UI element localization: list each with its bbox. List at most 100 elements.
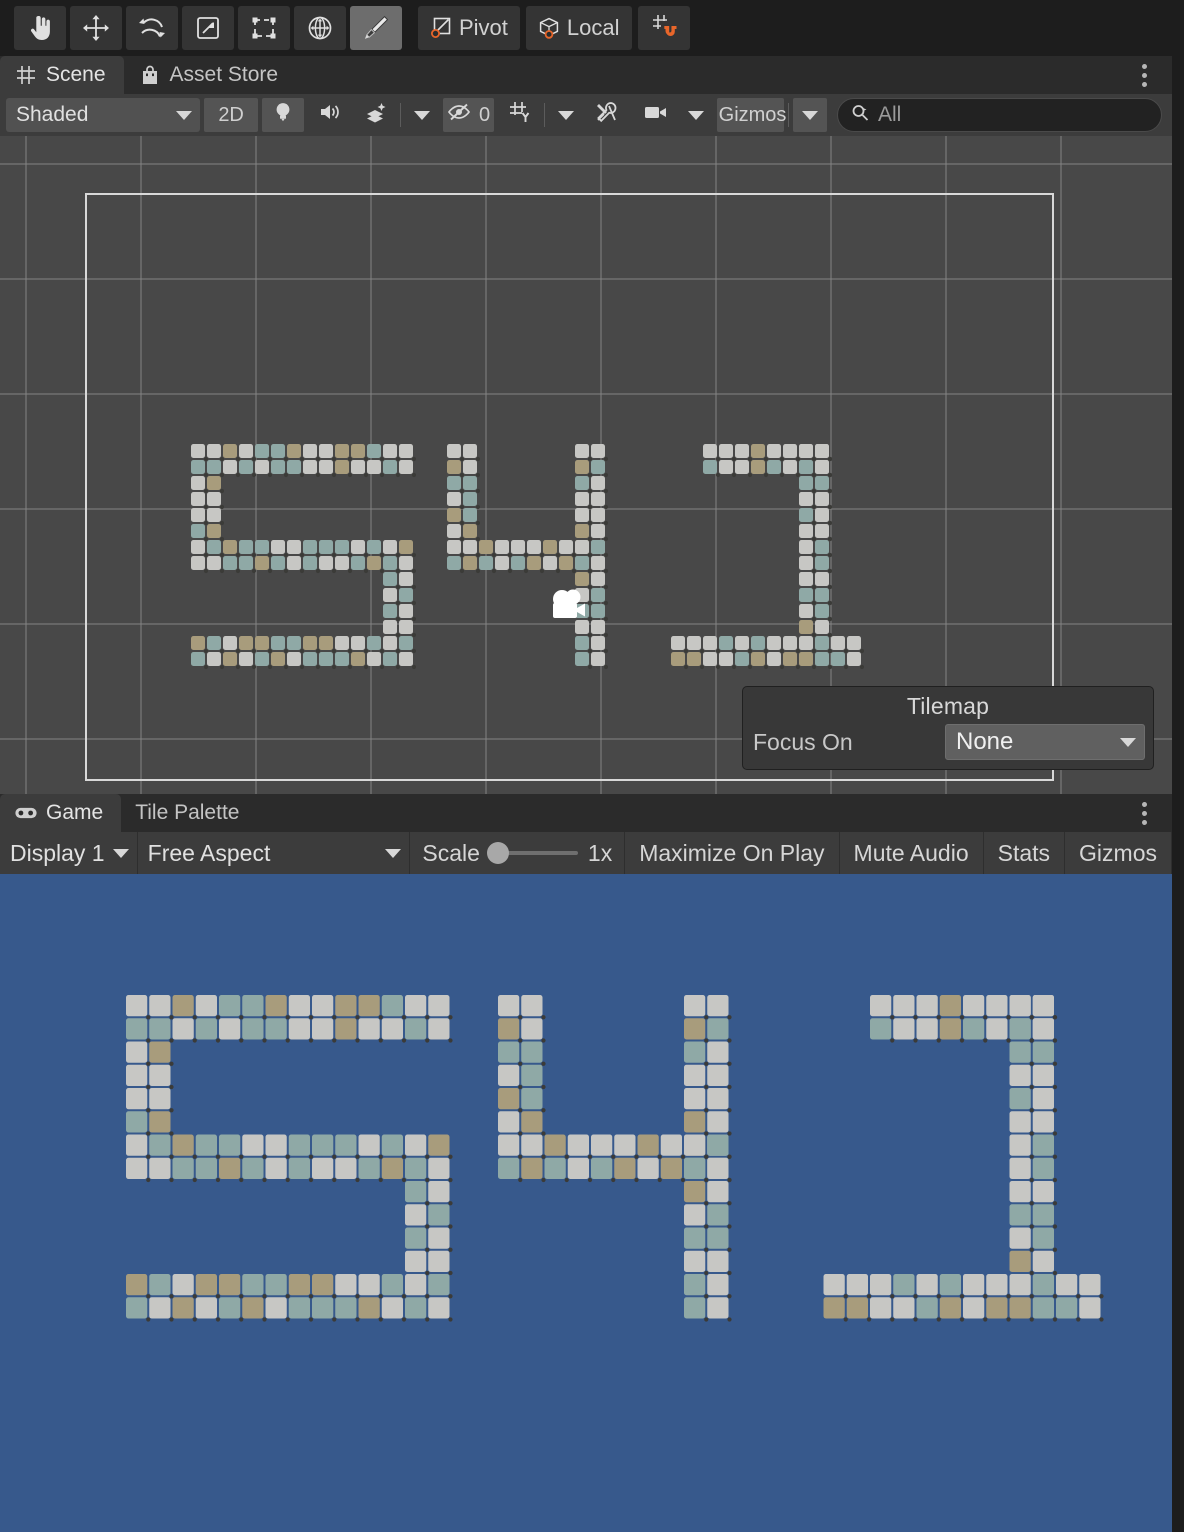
chevron-down-icon bbox=[176, 110, 193, 120]
chevron-down-icon bbox=[385, 848, 402, 858]
custom-editor-tool-button[interactable] bbox=[350, 6, 402, 50]
tab-tile-palette-label: Tile Palette bbox=[135, 801, 240, 824]
transform-tools-group bbox=[14, 6, 402, 50]
mute-audio-button[interactable]: Mute Audio bbox=[839, 832, 984, 874]
display-label: Display 1 bbox=[10, 839, 105, 866]
search-input[interactable] bbox=[877, 103, 1149, 127]
search-icon bbox=[850, 103, 870, 128]
chevron-down-icon bbox=[557, 110, 574, 120]
game-view-viewport[interactable]: CSDN @Wusiyiii541 bbox=[0, 874, 1172, 1532]
move-arrows-icon bbox=[82, 14, 110, 42]
lightbulb-icon bbox=[272, 100, 294, 130]
scene-panel: Scene Asset Store Shaded 2D 0 Gizmos All bbox=[0, 56, 1172, 794]
game-gizmos-button[interactable]: Gizmos bbox=[1065, 832, 1172, 874]
scene-tabbar: Scene Asset Store bbox=[0, 56, 1172, 94]
asset-store-bag-icon bbox=[138, 63, 162, 87]
grid-y-axis-icon bbox=[508, 100, 534, 130]
transform-tool-button[interactable] bbox=[294, 6, 346, 50]
tab-scene-label: Scene bbox=[46, 63, 106, 86]
camera-gizmo[interactable] bbox=[546, 586, 592, 631]
scale-tool-button[interactable] bbox=[182, 6, 234, 50]
grid-visibility-button[interactable] bbox=[498, 98, 541, 132]
game-tilemap-tiles bbox=[0, 874, 1172, 1532]
tab-tile-palette[interactable]: Tile Palette bbox=[121, 794, 257, 832]
stats-label: Stats bbox=[997, 839, 1051, 866]
scene-effects-dropdown[interactable] bbox=[404, 98, 439, 132]
unity-editor-window: Pivot Local Scene Asset Store Shaded 2D … bbox=[0, 0, 1184, 1532]
pivot-toggle-button[interactable]: Pivot bbox=[418, 6, 520, 50]
effects-layers-icon bbox=[364, 101, 390, 129]
window-right-edge bbox=[1172, 56, 1184, 1532]
scene-panel-menu-button[interactable] bbox=[1124, 56, 1164, 94]
tab-scene[interactable]: Scene bbox=[0, 56, 124, 94]
toggle-2d-button[interactable]: 2D bbox=[204, 98, 259, 132]
pivot-icon bbox=[428, 15, 454, 41]
focus-on-dropdown[interactable]: None bbox=[945, 724, 1145, 760]
tools-wrench-icon bbox=[595, 100, 621, 130]
scene-audio-button[interactable] bbox=[308, 98, 351, 132]
local-cube-icon bbox=[536, 15, 562, 41]
handle-space-button[interactable]: Local bbox=[525, 6, 632, 50]
hand-tool-button[interactable] bbox=[14, 6, 66, 50]
gizmos-dropdown[interactable] bbox=[792, 98, 827, 132]
toggle-2d-label: 2D bbox=[218, 103, 244, 126]
display-dropdown[interactable]: Display 1 bbox=[0, 832, 138, 874]
scale-icon bbox=[194, 14, 222, 42]
scene-toolbar: Shaded 2D 0 Gizmos All bbox=[0, 94, 1172, 136]
game-panel-menu-button[interactable] bbox=[1124, 794, 1164, 832]
scene-effects-button[interactable] bbox=[354, 98, 397, 132]
scale-value: 1x bbox=[587, 839, 613, 866]
toolbar-separator bbox=[544, 103, 545, 127]
draw-mode-dropdown[interactable]: Shaded bbox=[6, 98, 201, 132]
draw-mode-label: Shaded bbox=[16, 103, 89, 126]
tilemap-overlay-title: Tilemap bbox=[906, 693, 990, 719]
kebab-menu-icon bbox=[1141, 801, 1147, 807]
scene-lighting-button[interactable] bbox=[262, 98, 305, 132]
camera-gizmo-icon bbox=[553, 589, 585, 618]
paintbrush-icon bbox=[361, 13, 391, 43]
scene-camera-button[interactable] bbox=[632, 98, 675, 132]
handle-space-label: Local bbox=[566, 15, 620, 40]
scene-visibility-button[interactable]: 0 bbox=[442, 98, 495, 132]
tab-game[interactable]: Game bbox=[0, 794, 122, 832]
hidden-object-count: 0 bbox=[478, 103, 491, 126]
aspect-ratio-dropdown[interactable]: Free Aspect bbox=[137, 832, 411, 874]
game-panel: Game Tile Palette Display 1 Free Aspect … bbox=[0, 794, 1172, 1532]
eye-off-icon bbox=[447, 101, 475, 129]
scale-slider-track[interactable] bbox=[486, 842, 578, 864]
game-tabbar: Game Tile Palette bbox=[0, 794, 1172, 832]
grid-visibility-dropdown[interactable] bbox=[548, 98, 583, 132]
stats-button[interactable]: Stats bbox=[983, 832, 1066, 874]
scene-camera-dropdown[interactable] bbox=[678, 98, 713, 132]
scale-slider-handle[interactable] bbox=[486, 842, 509, 864]
aspect-ratio-label: Free Aspect bbox=[147, 839, 271, 866]
scene-tools-button[interactable] bbox=[586, 98, 629, 132]
kebab-menu-icon bbox=[1141, 63, 1147, 69]
toolbar-separator bbox=[400, 103, 401, 127]
rotate-icon bbox=[138, 14, 166, 42]
move-tool-button[interactable] bbox=[70, 6, 122, 50]
chevron-down-icon bbox=[687, 110, 704, 120]
scale-slider[interactable]: Scale 1x bbox=[410, 832, 626, 874]
tab-asset-store-label: Asset Store bbox=[169, 63, 279, 86]
scene-search-box[interactable] bbox=[836, 98, 1162, 132]
scale-label: Scale bbox=[422, 839, 480, 866]
maximize-on-play-button[interactable]: Maximize On Play bbox=[625, 832, 840, 874]
scene-camera-icon bbox=[643, 102, 669, 128]
focus-on-row: Focus On None bbox=[743, 720, 1153, 760]
focus-on-label: Focus On bbox=[753, 728, 853, 755]
rotate-tool-button[interactable] bbox=[126, 6, 178, 50]
game-gizmos-label: Gizmos bbox=[1079, 839, 1157, 866]
rect-tool-button[interactable] bbox=[238, 6, 290, 50]
maximize-on-play-label: Maximize On Play bbox=[639, 839, 825, 866]
tilemap-overlay-panel[interactable]: Tilemap Focus On None bbox=[742, 686, 1154, 770]
tab-asset-store[interactable]: Asset Store bbox=[124, 56, 297, 94]
gizmos-button[interactable]: Gizmos bbox=[716, 98, 786, 132]
chevron-down-icon bbox=[112, 848, 129, 858]
toolbar-separator bbox=[788, 103, 789, 127]
mute-audio-label: Mute Audio bbox=[853, 839, 969, 866]
hand-icon bbox=[26, 13, 54, 43]
grid-snap-button[interactable] bbox=[637, 6, 690, 50]
audio-speaker-icon bbox=[317, 101, 341, 129]
focus-on-value: None bbox=[956, 728, 1014, 755]
